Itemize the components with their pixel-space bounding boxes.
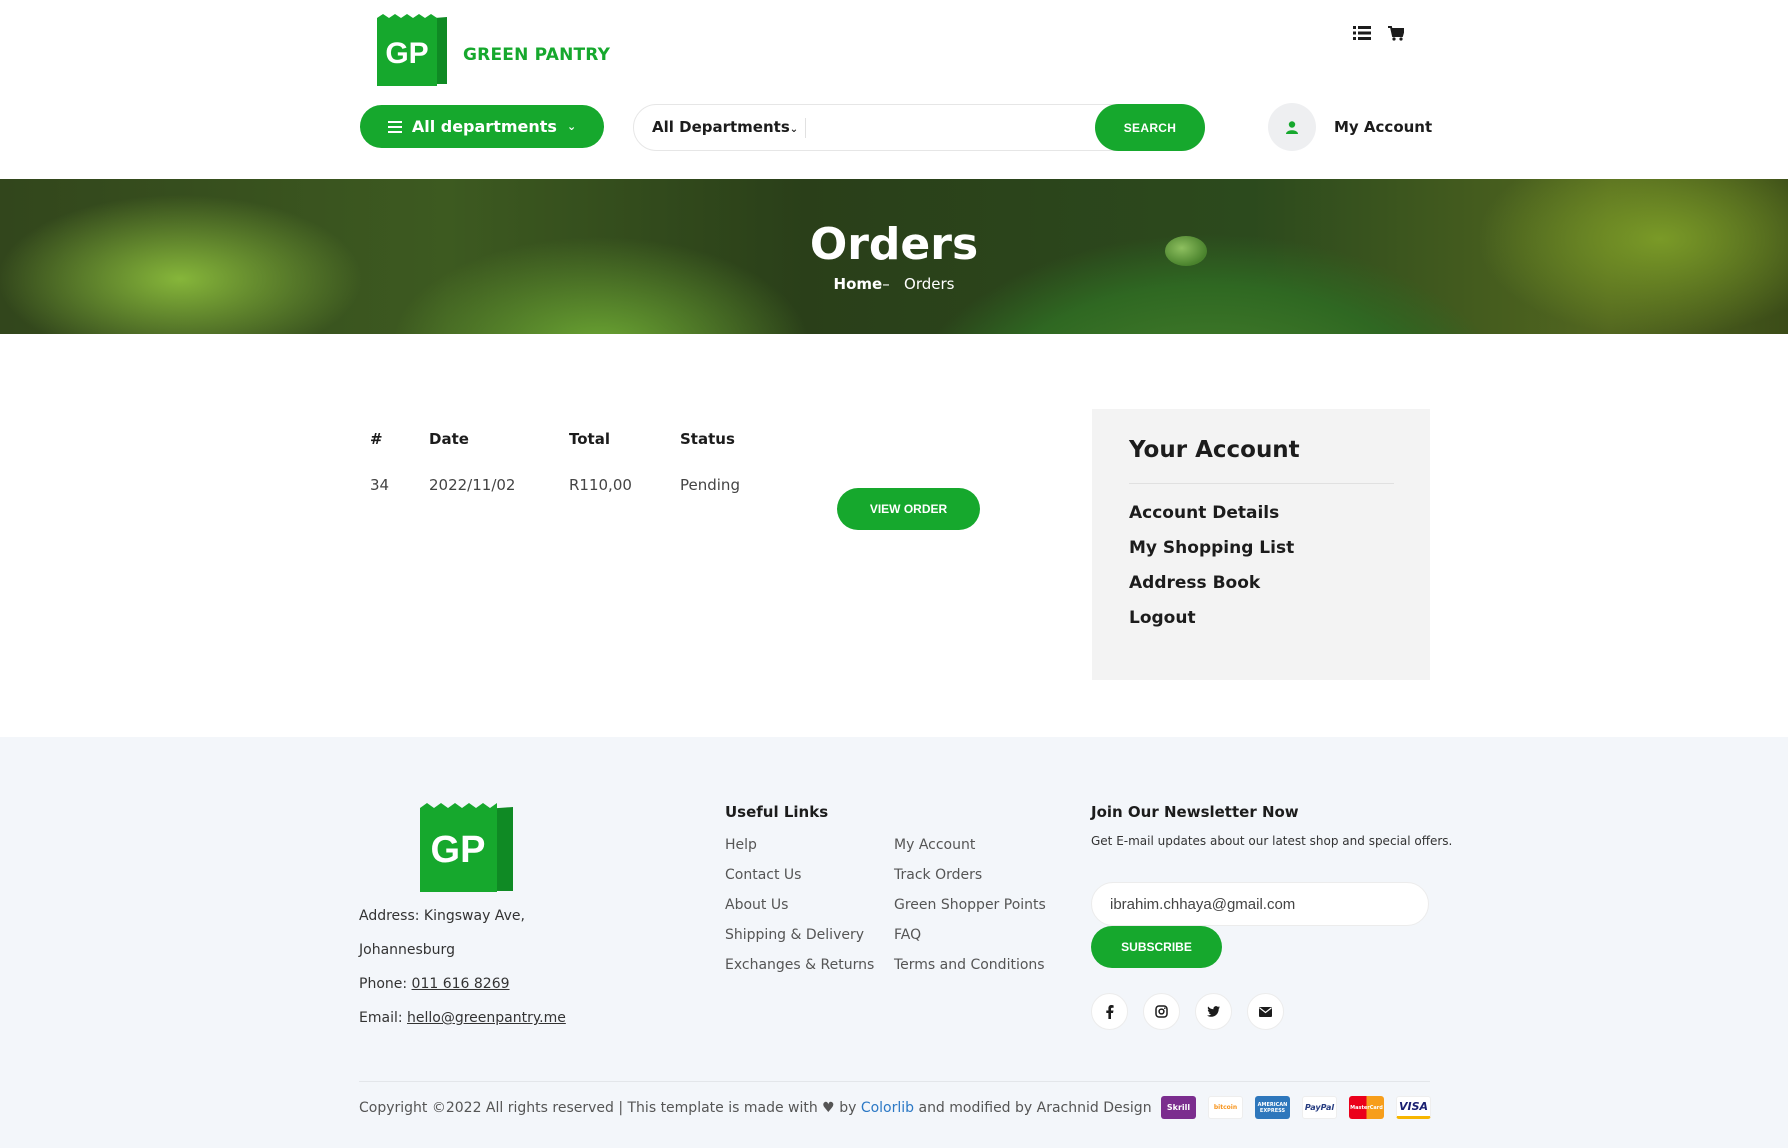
footer-logo[interactable]: GP — [420, 803, 515, 897]
address-line: Address: Kingsway Ave, — [359, 908, 525, 924]
all-departments-label: All departments — [411, 117, 557, 136]
logo-bag-icon: GP — [377, 14, 455, 87]
email-link[interactable]: hello@greenpantry.me — [407, 1010, 566, 1026]
column-header: Total — [569, 430, 610, 448]
page-title: Orders — [809, 219, 979, 270]
breadcrumb-separator: – — [882, 275, 890, 293]
footer-link-track-orders[interactable]: Track Orders — [894, 867, 1046, 897]
amex-logo: AMERICAN EXPRESS — [1255, 1096, 1290, 1119]
footer-link-shipping[interactable]: Shipping & Delivery — [725, 927, 874, 957]
newsletter-title: Join Our Newsletter Now — [1091, 803, 1299, 821]
heart-icon: ♥ — [822, 1100, 835, 1116]
twitter-icon[interactable] — [1195, 993, 1232, 1030]
footer-link-shopper-points[interactable]: Green Shopper Points — [894, 897, 1046, 927]
sidebar-title: Your Account — [1129, 437, 1300, 463]
user-icon — [1268, 103, 1316, 151]
phone-line: Phone: 011 616 8269 — [359, 976, 510, 992]
mastercard-logo: MasterCard — [1349, 1096, 1384, 1119]
cart-icon[interactable] — [1386, 24, 1406, 42]
order-total: R110,00 — [569, 476, 632, 494]
site-header: GP GREEN PANTRY All departments ⌄ All De… — [0, 0, 1788, 179]
instagram-icon[interactable] — [1143, 993, 1180, 1030]
svg-text:GP: GP — [431, 829, 486, 871]
site-footer: GP Address: Kingsway Ave, Johannesburg P… — [0, 737, 1788, 1148]
page-banner: Orders Home– Orders — [0, 179, 1788, 334]
search-category-select[interactable]: All Departments⌄ — [652, 118, 798, 136]
phone-link[interactable]: 011 616 8269 — [412, 976, 510, 992]
footer-link-exchanges[interactable]: Exchanges & Returns — [725, 957, 874, 987]
order-number: 34 — [370, 476, 390, 494]
sidebar-menu: Account Details My Shopping List Address… — [1129, 503, 1294, 643]
my-account-label: My Account — [1334, 118, 1433, 136]
top-icon-bar — [1352, 24, 1406, 42]
table-header: # Date Total Status — [360, 430, 1000, 460]
brand-logo[interactable]: GP GREEN PANTRY — [377, 14, 610, 87]
search-bar: All Departments⌄ SEARCH — [633, 104, 1205, 151]
facebook-icon[interactable] — [1091, 993, 1128, 1030]
copyright-text: Copyright ©2022 All rights reserved | Th… — [359, 1100, 1152, 1116]
breadcrumb: Home– Orders — [0, 275, 1788, 293]
search-button[interactable]: SEARCH — [1095, 104, 1205, 151]
sidebar-item-shopping-list[interactable]: My Shopping List — [1129, 538, 1294, 573]
visa-logo: VISA — [1396, 1096, 1431, 1119]
logo-bag-icon: GP — [420, 803, 513, 892]
search-input[interactable] — [810, 108, 1000, 147]
useful-links-col-1: Help Contact Us About Us Shipping & Deli… — [725, 837, 874, 987]
bitcoin-logo: bitcoin — [1208, 1096, 1243, 1119]
sidebar-item-address-book[interactable]: Address Book — [1129, 573, 1294, 608]
paypal-logo: PayPal — [1302, 1096, 1337, 1119]
account-sidebar: Your Account Account Details My Shopping… — [1092, 409, 1430, 680]
footer-contact: Address: Kingsway Ave, Johannesburg Phon… — [359, 899, 566, 1035]
footer-link-contact[interactable]: Contact Us — [725, 867, 874, 897]
address-line: Johannesburg — [359, 942, 455, 958]
footer-link-help[interactable]: Help — [725, 837, 874, 867]
newsletter-text: Get E-mail updates about our latest shop… — [1091, 834, 1453, 848]
menu-icon — [387, 120, 402, 133]
social-links — [1091, 993, 1284, 1030]
column-header: Status — [680, 430, 735, 448]
order-status: Pending — [680, 476, 740, 494]
svg-text:GP: GP — [385, 37, 428, 70]
brand-name: GREEN PANTRY — [463, 44, 611, 65]
email-icon[interactable] — [1247, 993, 1284, 1030]
footer-divider — [359, 1081, 1430, 1082]
order-date: 2022/11/02 — [429, 476, 516, 494]
footer-link-faq[interactable]: FAQ — [894, 927, 1046, 957]
footer-link-my-account[interactable]: My Account — [894, 837, 1046, 867]
footer-link-about[interactable]: About Us — [725, 897, 874, 927]
my-account-link[interactable]: My Account — [1268, 103, 1432, 151]
useful-links-title: Useful Links — [725, 803, 829, 821]
sidebar-item-account-details[interactable]: Account Details — [1129, 503, 1294, 538]
skrill-logo: Skrill — [1161, 1096, 1196, 1119]
chevron-down-icon: ⌄ — [789, 124, 799, 135]
useful-links-col-2: My Account Track Orders Green Shopper Po… — [894, 837, 1046, 987]
subscribe-button[interactable]: SUBSCRIBE — [1091, 926, 1222, 968]
footer-link-terms[interactable]: Terms and Conditions — [894, 957, 1046, 987]
colorlib-link[interactable]: Colorlib — [861, 1100, 914, 1116]
all-departments-button[interactable]: All departments ⌄ — [360, 105, 604, 148]
column-header: Date — [429, 430, 469, 448]
view-order-button[interactable]: VIEW ORDER — [837, 488, 980, 530]
sidebar-divider — [1129, 483, 1394, 484]
column-header: # — [370, 430, 383, 448]
list-icon[interactable] — [1352, 24, 1372, 42]
breadcrumb-home[interactable]: Home — [834, 275, 883, 293]
email-line: Email: hello@greenpantry.me — [359, 1010, 566, 1026]
payment-methods: Skrill bitcoin AMERICAN EXPRESS PayPal M… — [1161, 1096, 1431, 1119]
breadcrumb-current: Orders — [904, 275, 955, 293]
newsletter-email-input[interactable] — [1091, 882, 1429, 926]
search-divider — [805, 118, 806, 138]
chevron-down-icon: ⌄ — [566, 120, 577, 133]
sidebar-item-logout[interactable]: Logout — [1129, 608, 1294, 643]
